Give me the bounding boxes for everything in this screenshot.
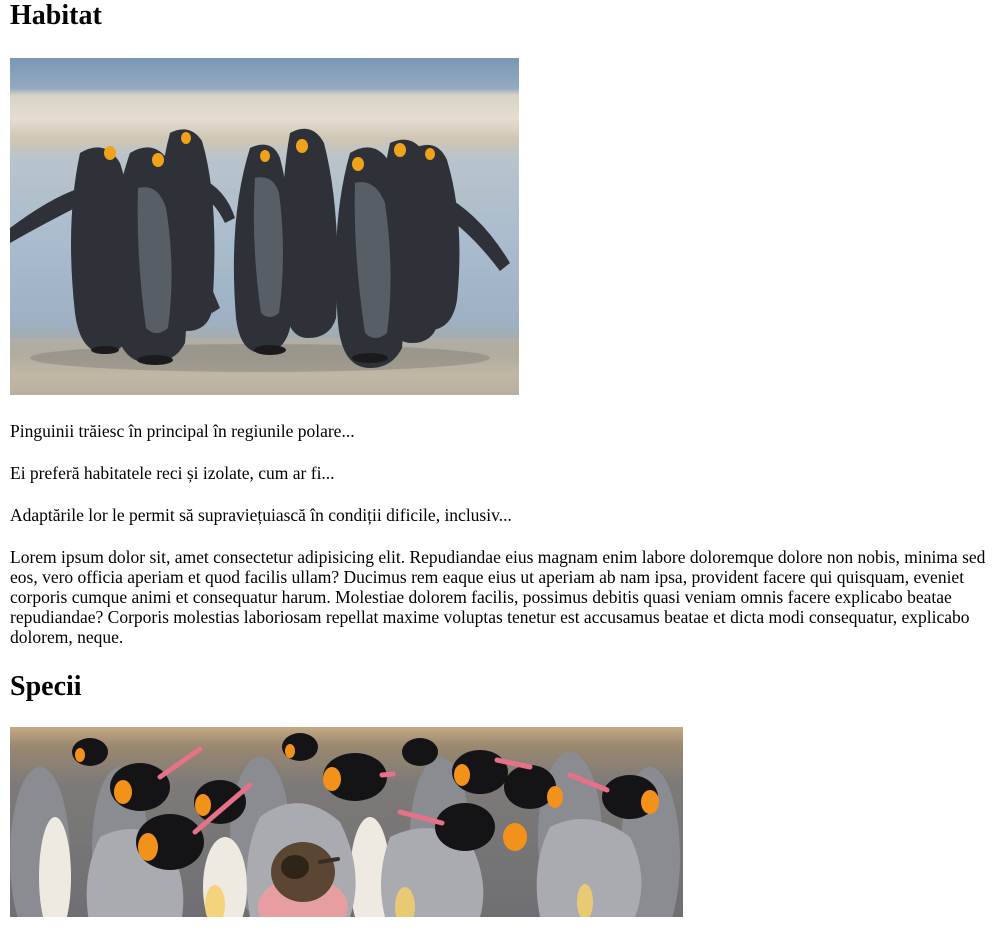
section-title-habitat: Habitat [10,0,102,31]
penguins-beach-illustration [10,128,519,395]
king-penguins-illustration [10,733,680,917]
habitat-paragraph-4: Lorem ipsum dolor sit, amet consectetur … [10,547,986,647]
section-title-specii: Specii [10,671,82,702]
habitat-paragraph-2: Ei preferă habitatele reci și izolate, c… [10,463,335,483]
page: Habitat Pinguinii trăiesc în principal î… [0,0,1000,917]
habitat-paragraph-1: Pinguinii trăiesc în principal în regiun… [10,421,355,441]
habitat-image [10,58,519,395]
habitat-paragraph-3: Adaptările lor le permit să supraviețuia… [10,505,512,525]
specii-image [10,727,683,917]
